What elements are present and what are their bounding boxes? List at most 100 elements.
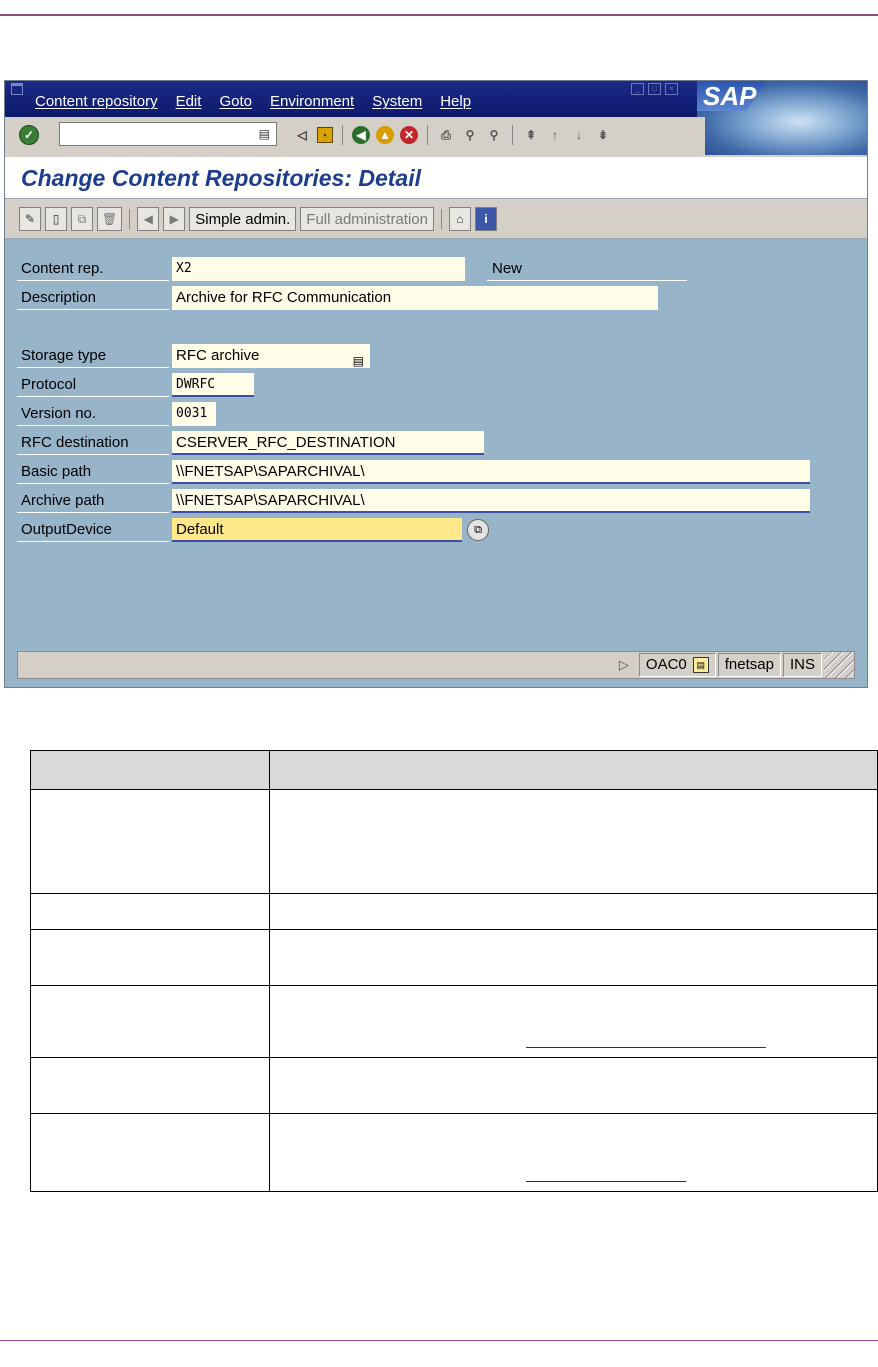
table-cell [269,893,878,930]
sap-window: Content repository Edit Goto Environment… [4,80,868,688]
back-icon[interactable]: ◀ [352,126,370,144]
transaction-code: OAC0 [645,656,687,673]
back-arrow-icon[interactable]: ◁ [293,126,311,144]
output-device-input[interactable]: Default [172,518,462,542]
rfc-destination-label: RFC destination [17,431,169,455]
storage-type-field[interactable]: RFC archive ▤ [172,344,370,368]
maximize-icon[interactable]: □ [648,83,661,95]
last-page-icon[interactable]: ⇟ [594,126,612,144]
toolbar-separator [129,209,131,229]
standard-toolbar: ✓ ▤ ◁ ▪ ◀ ▲ ✕ ⎙ ⚲ ⚲ ⇞ ↑ ↓ ⇟ [5,117,705,155]
version-no-label: Version no. [17,402,169,426]
command-dropdown-icon[interactable]: ▤ [259,127,270,141]
command-field[interactable]: ▤ [59,122,277,146]
protocol-input[interactable]: DWRFC [172,373,254,397]
table-cell [30,1057,270,1114]
version-no-field: 0031 [172,402,216,426]
toolbar-separator [512,125,513,145]
toolbar-separator [342,125,343,145]
basic-path-input[interactable]: \\FNETSAP\SAPARCHIVAL\ [172,460,810,484]
table-cell [30,789,270,894]
screen-title-bar: Change Content Repositories: Detail [5,155,867,199]
table-header-row [30,750,878,790]
status-bar: ▷ OAC0 ▤ fnetsap INS [17,651,855,679]
table-cell [269,985,878,1058]
simple-admin-button[interactable]: Simple admin. [189,207,297,231]
menu: Content repository Edit Goto Environment… [35,93,489,110]
transaction-segment: OAC0 ▤ [638,653,716,677]
table-cell [30,929,270,986]
table-cell [269,1113,878,1192]
sap-logo-text: SAP [697,81,767,111]
page-bottom-rule [0,1340,878,1341]
copy-icon[interactable]: ⧉ [71,207,93,231]
output-device-label: OutputDevice [17,518,169,542]
server-segment: fnetsap [717,653,781,677]
system-menu-icon[interactable] [11,83,23,95]
content-rep-label: Content rep. [17,257,169,281]
menu-system[interactable]: System [372,93,422,110]
menu-help[interactable]: Help [440,93,471,110]
toolbar-separator [427,125,428,145]
previous-entry-icon[interactable]: ◀ [137,207,160,231]
close-icon[interactable]: × [665,83,678,95]
first-page-icon[interactable]: ⇞ [522,126,540,144]
table-row [30,1113,878,1192]
cancel-icon[interactable]: ✕ [400,126,418,144]
previous-page-icon[interactable]: ↑ [546,126,564,144]
description-table [30,750,878,1192]
basic-path-label: Basic path [17,460,169,484]
protocol-label: Protocol [17,373,169,397]
full-administration-button[interactable]: Full administration [300,207,434,231]
page-top-rule [0,14,878,16]
input-mode-segment: INS [782,653,822,677]
table-row [30,893,878,930]
save-icon[interactable]: ▪ [317,127,333,143]
table-cell [269,789,878,894]
archive-path-input[interactable]: \\FNETSAP\SAPARCHIVAL\ [172,489,810,513]
standard-toolbar-icons: ◁ ▪ ◀ ▲ ✕ ⎙ ⚲ ⚲ ⇞ ↑ ↓ ⇟ [293,125,612,145]
display-change-icon[interactable]: ✎ [19,207,41,231]
session-list-icon[interactable]: ▤ [692,657,709,673]
application-toolbar: ✎ ▯ ⧉ 🗑 ◀ ▶ Simple admin. Full administr… [5,199,867,239]
create-icon[interactable]: ▯ [45,207,67,231]
link-underline[interactable] [526,1181,686,1182]
content-rep-field: X2 [172,257,465,281]
table-cell [30,985,270,1058]
exit-icon[interactable]: ▲ [376,126,394,144]
table-cell [30,1113,270,1192]
page-title: Change Content Repositories: Detail [21,165,421,191]
delete-icon[interactable]: 🗑 [97,207,123,231]
next-entry-icon[interactable]: ▶ [163,207,186,231]
description-field: Archive for RFC Communication [172,286,658,310]
menu-goto[interactable]: Goto [219,93,252,110]
info-icon[interactable]: i [475,207,497,231]
menu-environment[interactable]: Environment [270,93,354,110]
transport-icon[interactable]: ⌂ [449,207,471,231]
table-row [30,1057,878,1114]
value-help-icon[interactable]: ⧉ [467,519,489,541]
print-icon[interactable]: ⎙ [437,126,455,144]
minimize-icon[interactable]: _ [631,83,644,95]
storage-type-label: Storage type [17,344,169,368]
table-cell [30,893,270,930]
status-expand-icon[interactable]: ▷ [619,657,633,673]
toolbar-separator [441,209,442,229]
resize-grip[interactable] [824,652,854,678]
storage-type-value: RFC archive [176,347,260,364]
next-page-icon[interactable]: ↓ [570,126,588,144]
table-cell [269,929,878,986]
description-label: Description [17,286,169,310]
enter-check-icon[interactable]: ✓ [19,125,39,145]
status-new-label: New [487,257,687,281]
storage-type-dropdown-icon[interactable]: ▤ [353,349,364,373]
window-controls: _ □ × [631,83,678,95]
rfc-destination-input[interactable]: CSERVER_RFC_DESTINATION [172,431,484,455]
table-header-cell [30,750,270,790]
menu-content-repository[interactable]: Content repository [35,93,158,110]
sap-logo: SAP [697,81,867,155]
find-next-icon[interactable]: ⚲ [485,126,503,144]
find-icon[interactable]: ⚲ [461,126,479,144]
link-underline[interactable] [526,1047,766,1048]
menu-edit[interactable]: Edit [176,93,202,110]
